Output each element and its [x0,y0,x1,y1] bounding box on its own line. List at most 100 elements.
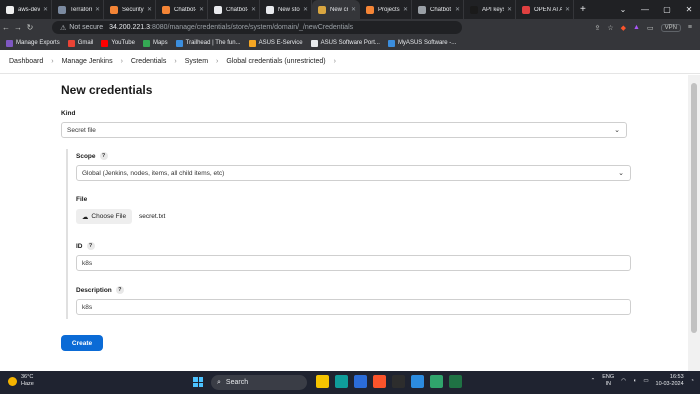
security-label: Not secure [69,24,104,31]
browser-tab[interactable]: SecurityGroup✕ [104,0,156,19]
browser-tab[interactable]: Chatbot UI✕ [412,0,464,19]
page-scrollbar[interactable] [688,75,700,371]
id-help-icon[interactable]: ? [86,242,95,250]
bookmark-item[interactable]: Manage Exports [6,39,60,47]
share-icon[interactable]: ⇪ [594,24,600,32]
description-help-icon[interactable]: ? [115,286,124,294]
terminal-icon[interactable] [392,375,405,388]
browser-tab[interactable]: New story –✕ [260,0,312,19]
close-tab-icon[interactable]: ✕ [351,6,356,13]
address-bar[interactable]: ⚠ Not secure 34.200.221.3 :8080/manage/c… [52,21,462,34]
edge-icon[interactable] [335,375,348,388]
bookmark-item[interactable]: Trailhead | The fun... [175,39,241,47]
bookmark-item[interactable]: MyASUS Software -... [387,39,456,47]
vscode-icon[interactable] [411,375,424,388]
kind-label: Kind [61,110,76,117]
browser-tab[interactable]: Chatbot-EKS✕ [156,0,208,19]
bookmark-item[interactable]: Gmail [67,39,93,47]
tab-favicon-icon [318,5,326,14]
bookmark-favicon-icon [387,39,395,47]
file-label: File [76,196,88,203]
page-title: New credentials [61,83,153,97]
breadcrumb-item[interactable]: Dashboard › [9,58,62,65]
minimize-icon[interactable]: — [634,5,656,14]
close-tab-icon[interactable]: ✕ [565,6,570,13]
search-icon: ⌕ [217,378,221,386]
scrollbar-thumb[interactable] [691,83,697,333]
close-tab-icon[interactable]: ✕ [455,6,460,13]
scope-help-icon[interactable]: ? [99,152,108,160]
breadcrumb-item[interactable]: System › [185,58,227,65]
language-indicator[interactable]: ENG IN [602,374,614,388]
excel-icon[interactable] [449,375,462,388]
new-tab-button[interactable]: + [574,4,592,15]
clock[interactable]: 16:53 10-03-2024 [656,374,684,388]
bookmark-favicon-icon [175,39,183,47]
bookmark-item[interactable]: YouTube [101,39,135,47]
create-button[interactable]: Create [61,335,103,351]
tab-favicon-icon [58,5,66,14]
forward-icon[interactable]: → [12,23,24,32]
breadcrumb-item[interactable]: Global credentials (unrestricted) › [226,58,344,65]
description-input[interactable]: k8s [76,299,631,315]
notepad-icon[interactable] [430,375,443,388]
kind-select[interactable]: Secret file ⌄ [61,122,627,138]
browser-toolbar-icons: ⇪ ☆ ◆ ▲ ▭ VPN ≡ [594,19,692,36]
vpn-button[interactable]: VPN [660,23,681,32]
close-tab-icon[interactable]: ✕ [507,6,512,13]
choose-file-button[interactable]: ☁ Choose File [76,209,132,224]
browser-tab[interactable]: Projects ✕ [360,0,412,19]
tab-favicon-icon [214,5,222,14]
id-input[interactable]: k8s [76,255,631,271]
bookmark-favicon-icon [142,39,150,47]
back-icon[interactable]: ← [0,23,12,32]
brave-rewards-icon[interactable]: ▲ [633,24,640,31]
tab-favicon-icon [470,5,478,14]
taskbar-search[interactable]: ⌕ Search [211,375,307,390]
maximize-icon[interactable]: ▢ [656,5,678,14]
wifi-icon[interactable]: ◠ [621,378,626,384]
close-tab-icon[interactable]: ✕ [251,6,256,13]
bookmark-item[interactable]: Maps [142,39,168,47]
browser-tab[interactable]: OPEN AI API✕ [516,0,574,19]
weather-widget[interactable]: 36°C Haze [8,374,34,388]
url-host: 34.200.221.3 [109,24,151,31]
close-tab-icon[interactable]: ✕ [403,6,408,13]
browser-tab[interactable]: Terraform Inst✕ [52,0,104,19]
sidebar-icon[interactable]: ▭ [647,24,654,32]
volume-icon[interactable]: ◖ [633,378,636,384]
bookmark-star-icon[interactable]: ☆ [607,24,613,32]
battery-icon[interactable]: ▭ [643,378,648,384]
bookmark-favicon-icon [248,39,256,47]
bookmark-item[interactable]: ASUS Software Port... [310,39,380,47]
close-tab-icon[interactable]: ✕ [147,6,152,13]
close-tab-icon[interactable]: ✕ [303,6,308,13]
tab-search-icon[interactable]: ⌄ [612,5,634,14]
not-secure-icon: ⚠ [60,24,67,32]
close-tab-icon[interactable]: ✕ [95,6,100,13]
reload-icon[interactable]: ↻ [24,23,36,32]
browser-tab[interactable]: aws-devops✕ [0,0,52,19]
chevron-right-icon: › [216,58,219,65]
brave-icon[interactable] [373,375,386,388]
photos-icon[interactable] [354,375,367,388]
chevron-up-icon[interactable]: ⌃ [591,378,596,384]
breadcrumb-item[interactable]: Manage Jenkins › [62,58,131,65]
close-tab-icon[interactable]: ✕ [199,6,204,13]
bookmark-favicon-icon [310,39,318,47]
browser-tab[interactable]: Chatbot-UI/k✕ [208,0,260,19]
brave-shield-icon[interactable]: ◆ [621,24,626,32]
url-path: :8080/manage/credentials/store/system/do… [150,24,354,31]
notification-icon[interactable]: ◔ [691,378,694,384]
temperature: 36°C [21,374,34,380]
file-explorer-icon[interactable] [316,375,329,388]
bookmark-item[interactable]: ASUS E-Service [248,39,303,47]
scope-select[interactable]: Global (Jenkins, nodes, items, all child… [76,165,631,181]
browser-tab[interactable]: API keys - O✕ [464,0,516,19]
windows-start-icon[interactable] [193,377,203,387]
menu-icon[interactable]: ≡ [688,24,692,31]
breadcrumb-item[interactable]: Credentials › [131,58,185,65]
close-tab-icon[interactable]: ✕ [43,6,48,13]
close-window-icon[interactable]: ✕ [678,5,700,14]
browser-tab[interactable]: New cre✕ [312,0,360,19]
